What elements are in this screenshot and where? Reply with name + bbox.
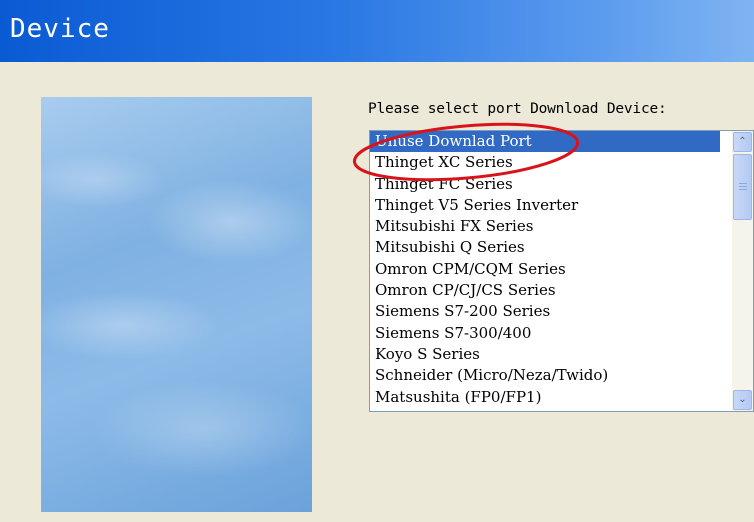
device-list-item[interactable]: Omron CPM/CQM Series: [370, 259, 720, 280]
chevron-up-icon: ⌃: [738, 136, 747, 147]
wizard-side-image: [41, 97, 312, 512]
device-listbox[interactable]: Unuse Downlad Port Thinget XC Series Thing…: [369, 130, 754, 412]
device-list-item[interactable]: Thinget FC Series: [370, 174, 720, 195]
device-list-item[interactable]: Thinget XC Series: [370, 152, 720, 173]
chevron-down-icon: ⌄: [738, 394, 747, 405]
device-list-item[interactable]: Mitsubishi FX Series: [370, 216, 720, 237]
title-bar: Device: [0, 0, 754, 62]
vertical-scrollbar[interactable]: ⌃ ⌄: [732, 131, 753, 411]
scroll-down-button[interactable]: ⌄: [733, 390, 752, 410]
device-list: Unuse Downlad Port Thinget XC Series Thing…: [370, 131, 720, 408]
scroll-up-button[interactable]: ⌃: [733, 132, 752, 152]
grip-line: [739, 189, 747, 190]
device-list-item[interactable]: Mitsubishi Q Series: [370, 237, 720, 258]
grip-line: [739, 183, 747, 184]
device-list-item[interactable]: Thinget V5 Series Inverter: [370, 195, 720, 216]
device-list-item[interactable]: Koyo S Series: [370, 344, 720, 365]
device-list-item[interactable]: Omron CP/CJ/CS Series: [370, 280, 720, 301]
device-list-item[interactable]: Schneider (Micro/Neza/Twido): [370, 365, 720, 386]
scroll-thumb[interactable]: [733, 154, 752, 220]
device-list-item[interactable]: Siemens S7-300/400: [370, 323, 720, 344]
device-list-item[interactable]: Siemens S7-200 Series: [370, 301, 720, 322]
device-list-item[interactable]: Matsushita (FP0/FP1): [370, 387, 720, 408]
device-select-prompt: Please select port Download Device:: [368, 101, 667, 117]
window-title: Device: [10, 14, 110, 44]
grip-line: [739, 186, 747, 187]
device-list-item[interactable]: Unuse Downlad Port: [370, 131, 720, 153]
